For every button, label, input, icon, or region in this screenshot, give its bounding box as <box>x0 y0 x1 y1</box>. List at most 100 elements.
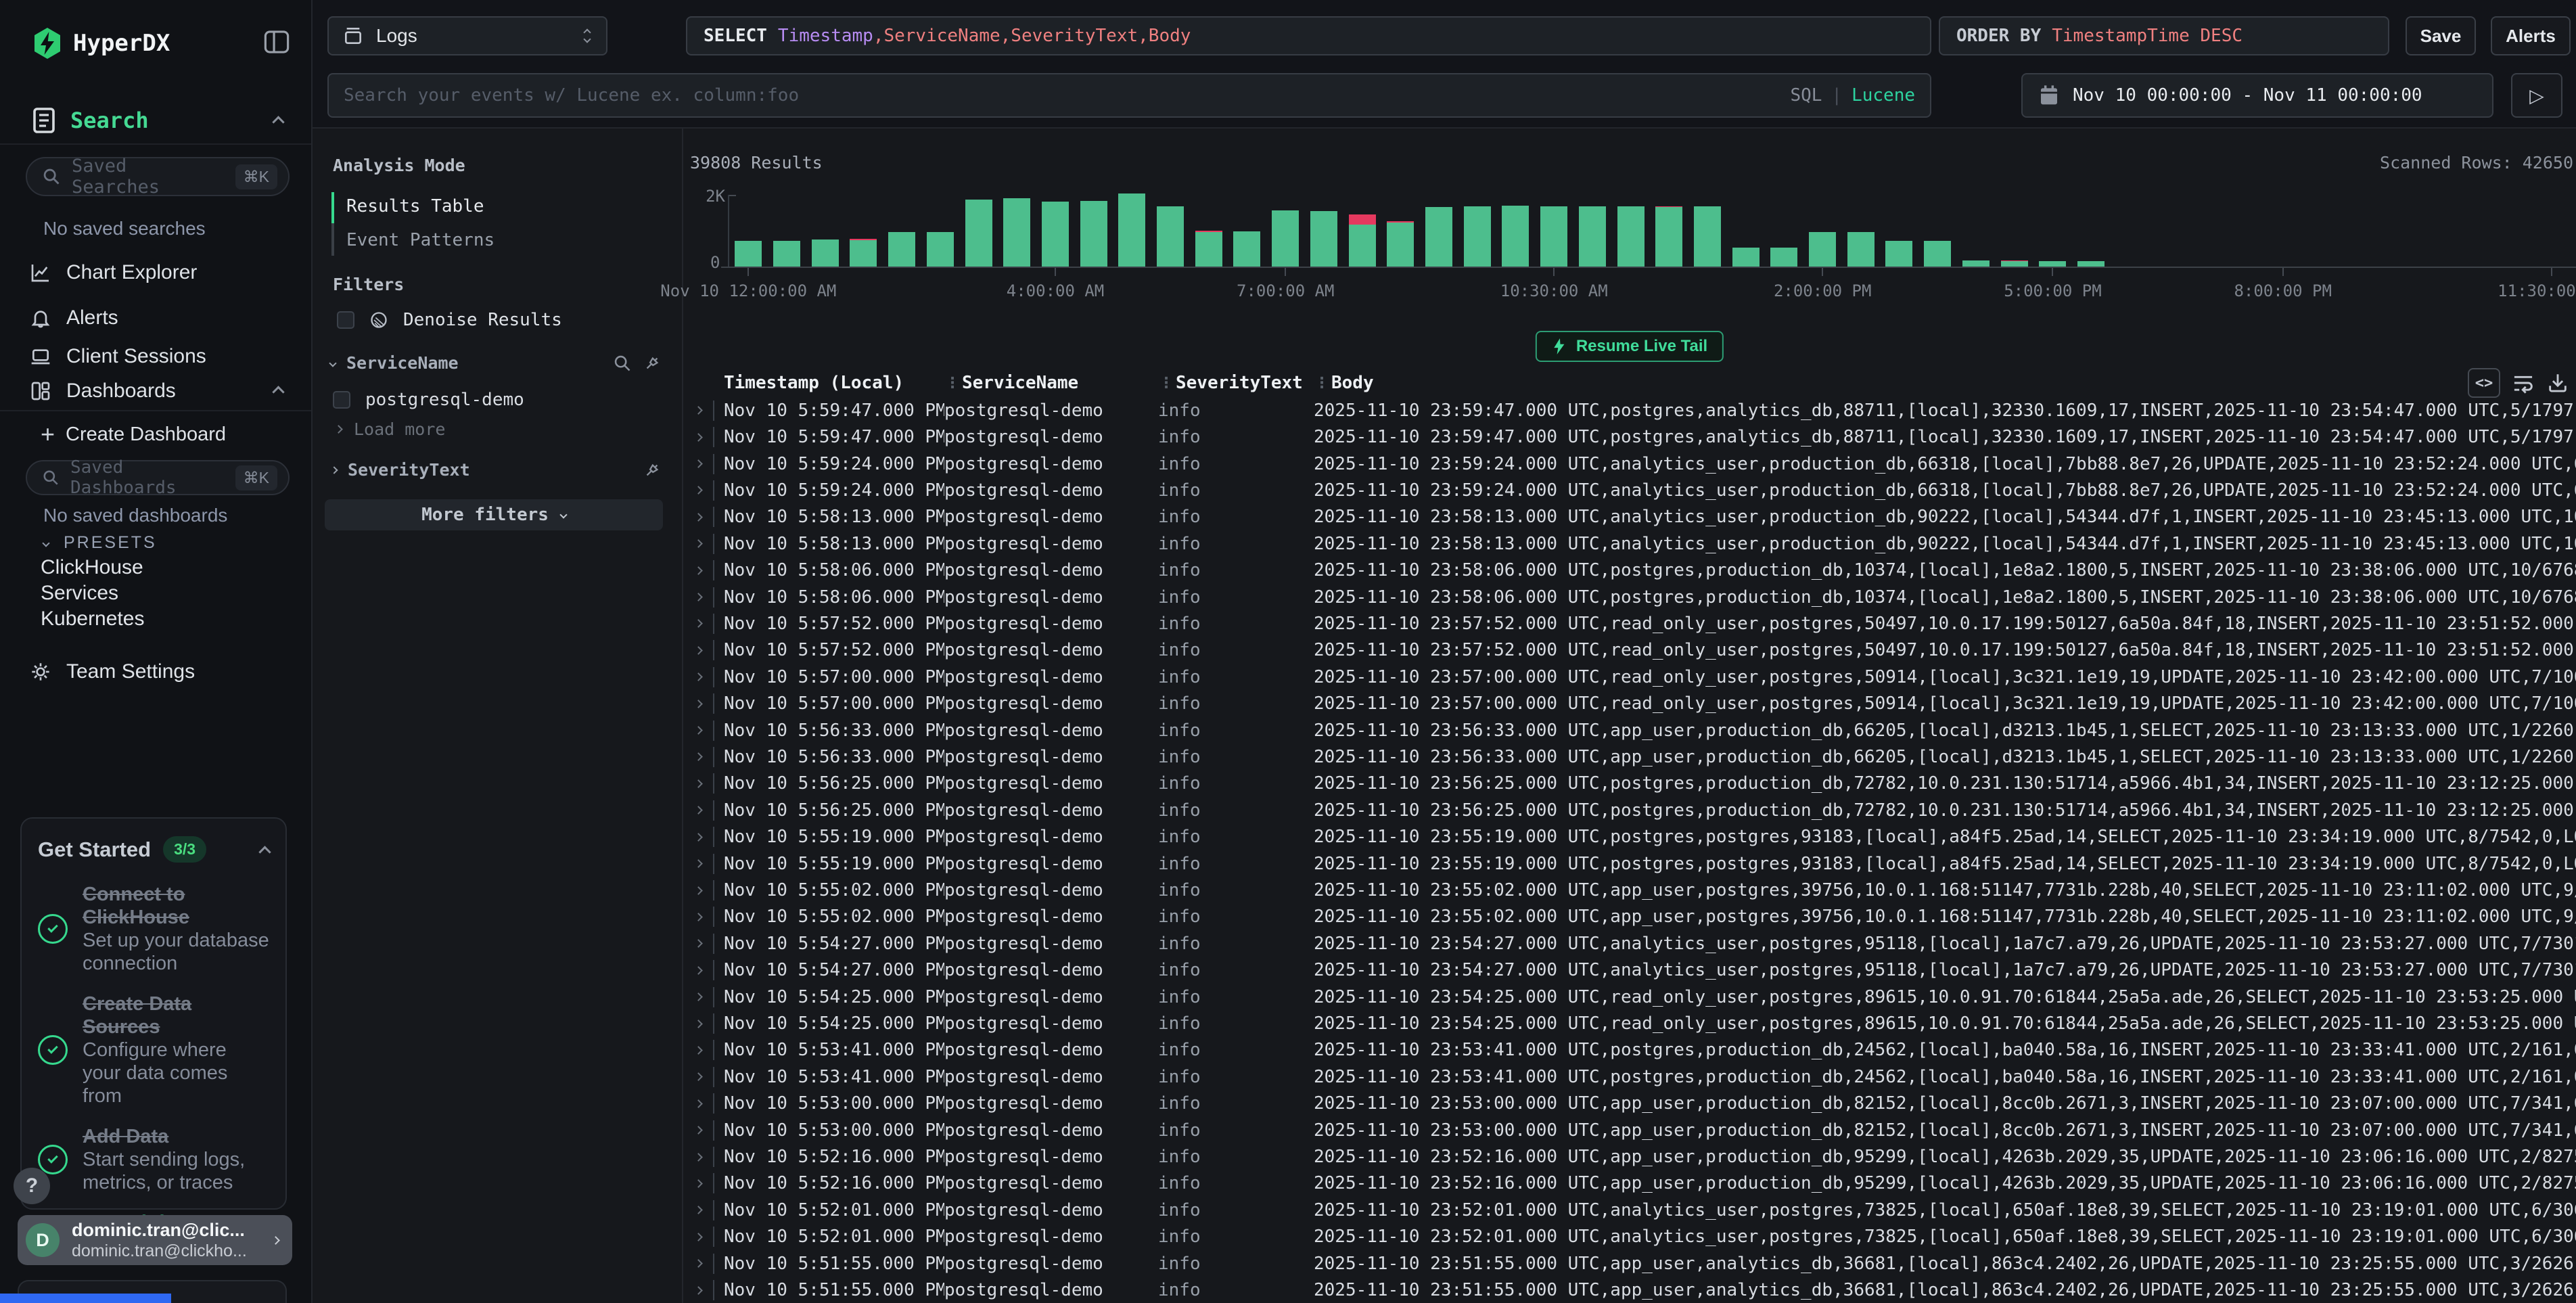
row-expand-chevron-icon[interactable] <box>683 568 713 574</box>
row-expand-chevron-icon[interactable] <box>683 461 713 467</box>
saved-searches-input[interactable]: Saved Searches ⌘K <box>26 157 290 196</box>
histogram-bar[interactable] <box>1688 191 1727 267</box>
table-row[interactable]: Nov 10 5:53:00.000 PM postgresql-demo in… <box>683 1117 2576 1143</box>
histogram-bar[interactable] <box>2187 191 2226 267</box>
get-started-item-add-data[interactable]: Add Data Start sending logs, metrics, or… <box>38 1125 269 1194</box>
histogram-bar[interactable] <box>1573 191 1611 267</box>
table-row[interactable]: Nov 10 5:51:55.000 PM postgresql-demo in… <box>683 1250 2576 1277</box>
row-expand-chevron-icon[interactable] <box>683 861 713 867</box>
histogram-bar[interactable] <box>2341 191 2379 267</box>
row-expand-chevron-icon[interactable] <box>683 647 713 654</box>
histogram-bar[interactable] <box>768 191 806 267</box>
histogram-bar[interactable] <box>2456 191 2494 267</box>
row-expand-chevron-icon[interactable] <box>683 594 713 600</box>
histogram-bar[interactable] <box>1995 191 2033 267</box>
row-expand-chevron-icon[interactable] <box>683 1234 713 1240</box>
table-row[interactable]: Nov 10 5:57:00.000 PM postgresql-demo in… <box>683 690 2576 716</box>
histogram-bar[interactable] <box>959 191 998 267</box>
histogram-bar[interactable] <box>2072 191 2111 267</box>
alerts-button[interactable]: Alerts <box>2491 16 2571 55</box>
histogram-bar[interactable] <box>1458 191 1496 267</box>
more-filters-button[interactable]: More filters <box>325 499 663 530</box>
histogram-bar[interactable] <box>2532 191 2571 267</box>
histogram-bar[interactable] <box>2302 191 2341 267</box>
row-expand-chevron-icon[interactable] <box>683 994 713 1000</box>
sidebar-item-chart-explorer[interactable]: Chart Explorer <box>0 254 311 292</box>
table-row[interactable]: Nov 10 5:56:33.000 PM postgresql-demo in… <box>683 744 2576 770</box>
help-button[interactable]: ? <box>14 1168 50 1204</box>
row-expand-chevron-icon[interactable] <box>683 1074 713 1080</box>
table-row[interactable]: Nov 10 5:52:01.000 PM postgresql-demo in… <box>683 1197 2576 1223</box>
row-expand-chevron-icon[interactable] <box>683 674 713 680</box>
histogram-bar[interactable] <box>998 191 1036 267</box>
table-row[interactable]: Nov 10 5:55:19.000 PM postgresql-demo in… <box>683 850 2576 877</box>
sidebar-collapse-icon[interactable] <box>264 30 290 54</box>
row-expand-chevron-icon[interactable] <box>683 434 713 440</box>
histogram-bar[interactable] <box>1535 191 1573 267</box>
row-expand-chevron-icon[interactable] <box>683 1287 713 1294</box>
histogram-bar[interactable] <box>1228 191 1266 267</box>
mode-results-table[interactable]: Results Table <box>346 196 484 216</box>
create-dashboard-button[interactable]: + Create Dashboard <box>0 419 311 449</box>
histogram-bar[interactable] <box>1074 191 1113 267</box>
preset-kubernetes[interactable]: Kubernetes <box>41 608 144 631</box>
histogram-bar[interactable] <box>844 191 883 267</box>
mode-event-patterns[interactable]: Event Patterns <box>346 230 495 250</box>
row-expand-chevron-icon[interactable] <box>683 541 713 547</box>
row-expand-chevron-icon[interactable] <box>683 940 713 946</box>
column-drag-handle[interactable]: ⋮⋮ <box>944 375 955 392</box>
table-row[interactable]: Nov 10 5:55:02.000 PM postgresql-demo in… <box>683 877 2576 903</box>
histogram-bar[interactable] <box>729 191 768 267</box>
histogram-bar[interactable] <box>2417 191 2456 267</box>
histogram-bar[interactable] <box>1611 191 1650 267</box>
histogram-bar[interactable] <box>1880 191 1918 267</box>
row-expand-chevron-icon[interactable] <box>683 1021 713 1027</box>
row-expand-chevron-icon[interactable] <box>683 914 713 920</box>
get-started-item-connect[interactable]: Connect to ClickHouse Set up your databa… <box>38 883 269 975</box>
row-expand-chevron-icon[interactable] <box>683 1154 713 1160</box>
pin-icon[interactable] <box>643 354 662 373</box>
table-row[interactable]: Nov 10 5:57:52.000 PM postgresql-demo in… <box>683 637 2576 664</box>
date-range-picker[interactable]: Nov 10 00:00:00 - Nov 11 00:00:00 <box>2021 73 2493 118</box>
chevron-up-icon[interactable] <box>274 112 283 129</box>
histogram-bar[interactable] <box>1918 191 1957 267</box>
pin-icon[interactable] <box>643 461 662 480</box>
sql-toggle[interactable]: SQL <box>1790 85 1822 106</box>
load-more[interactable]: Load more <box>336 419 445 439</box>
sidebar-item-team-settings[interactable]: Team Settings <box>0 653 311 691</box>
column-drag-handle[interactable]: ⋮⋮ <box>1158 375 1169 392</box>
user-menu[interactable]: D dominic.tran@clic... dominic.tran@clic… <box>18 1215 292 1265</box>
get-started-item-datasources[interactable]: Create Data Sources Configure where your… <box>38 992 269 1107</box>
row-expand-chevron-icon[interactable] <box>683 514 713 520</box>
histogram-bar[interactable] <box>1343 191 1381 267</box>
lucene-toggle[interactable]: Lucene <box>1852 85 1915 106</box>
row-expand-chevron-icon[interactable] <box>683 834 713 840</box>
table-row[interactable]: Nov 10 5:59:24.000 PM postgresql-demo in… <box>683 451 2576 477</box>
row-expand-chevron-icon[interactable] <box>683 727 713 733</box>
histogram-bar[interactable] <box>1305 191 1343 267</box>
table-row[interactable]: Nov 10 5:58:13.000 PM postgresql-demo in… <box>683 504 2576 530</box>
column-drag-handle[interactable]: ⋮⋮ <box>1314 375 1325 392</box>
table-row[interactable]: Nov 10 5:59:47.000 PM postgresql-demo in… <box>683 424 2576 450</box>
sidebar-item-alerts[interactable]: Alerts <box>0 299 311 337</box>
column-header-body[interactable]: ⋮⋮ Body <box>1314 373 2576 393</box>
order-by-input[interactable]: ORDER BY TimestampTime DESC <box>1939 16 2389 55</box>
presets-toggle[interactable]: PRESETS <box>43 533 157 553</box>
column-header-severitytext[interactable]: ⋮⋮ SeverityText <box>1158 373 1314 393</box>
histogram-bar[interactable] <box>1036 191 1075 267</box>
histogram-bar[interactable] <box>2148 191 2187 267</box>
column-header-servicename[interactable]: ⋮⋮ ServiceName <box>944 373 1158 393</box>
row-expand-chevron-icon[interactable] <box>683 1127 713 1133</box>
denoise-checkbox[interactable] <box>337 311 354 329</box>
histogram-bar[interactable] <box>2033 191 2072 267</box>
filter-group-servicename[interactable]: ServiceName <box>330 353 662 373</box>
sidebar-item-search[interactable]: Search <box>0 103 311 138</box>
service-checkbox[interactable] <box>333 391 350 409</box>
table-row[interactable]: Nov 10 5:53:41.000 PM postgresql-demo in… <box>683 1064 2576 1090</box>
table-row[interactable]: Nov 10 5:58:06.000 PM postgresql-demo in… <box>683 584 2576 610</box>
table-row[interactable]: Nov 10 5:59:24.000 PM postgresql-demo in… <box>683 477 2576 503</box>
raw-mode-icon[interactable]: <> <box>2468 368 2500 398</box>
sidebar-item-dashboards[interactable]: Dashboards <box>0 372 311 410</box>
table-row[interactable]: Nov 10 5:52:16.000 PM postgresql-demo in… <box>683 1170 2576 1197</box>
row-expand-chevron-icon[interactable] <box>683 620 713 626</box>
